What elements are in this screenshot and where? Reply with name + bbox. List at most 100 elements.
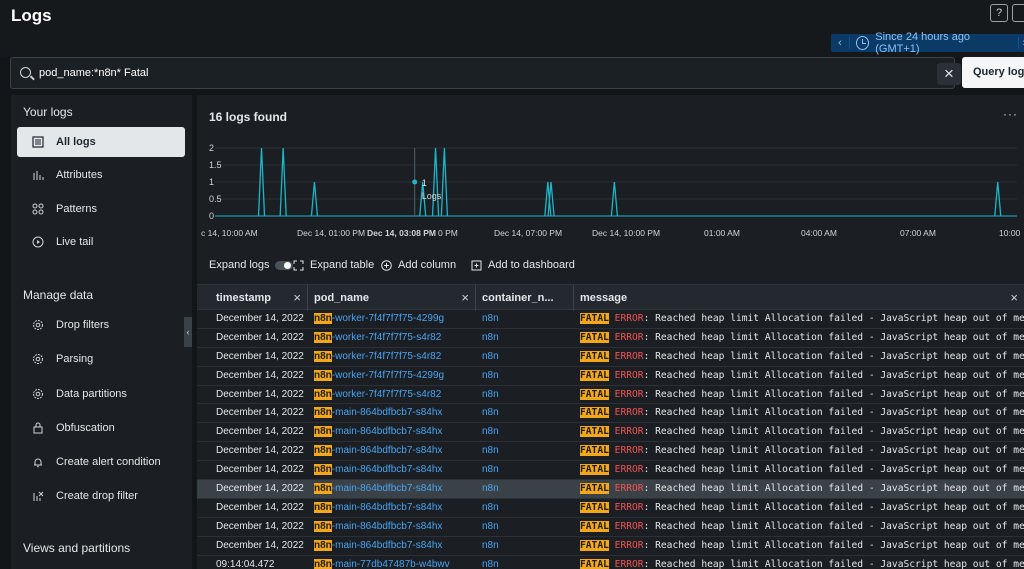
help-icon[interactable]: ? bbox=[990, 4, 1008, 22]
message-cell: FATAL ERROR: Reached heap limit Allocati… bbox=[580, 404, 1024, 422]
time-range-label: Since 24 hours ago (GMT+1) bbox=[875, 31, 971, 55]
table-row[interactable]: December 14, 2022 ... n8n-main-864bdfbcb7… bbox=[197, 537, 1024, 556]
log-histogram-chart[interactable]: 0 0.5 1 1.5 2 1 Logs c 14, 10:00 AM Dec 14, 01:0… bbox=[197, 140, 1024, 245]
column-header-timestamp[interactable]: timestamp × bbox=[197, 285, 308, 311]
container-name-cell[interactable]: n8n bbox=[482, 442, 572, 460]
pod-name-cell[interactable]: n8n-main-864bdfbcb7-s84hx bbox=[314, 499, 474, 517]
pod-name-cell[interactable]: n8n-main-864bdfbcb7-s84hx bbox=[314, 518, 474, 536]
table-row[interactable]: December 14, 2022 ... n8n-worker-7f4f7f7f… bbox=[197, 310, 1024, 329]
pod-name-cell[interactable]: n8n-worker-7f4f7f7f75-s4r82 bbox=[314, 348, 474, 366]
message-cell: FATAL ERROR: Reached heap limit Allocati… bbox=[580, 348, 1024, 366]
clear-search-button[interactable]: × bbox=[937, 63, 961, 85]
close-icon[interactable]: × bbox=[293, 285, 301, 311]
pod-name-cell[interactable]: n8n-main-864bdfbcb7-s84hx bbox=[314, 404, 474, 422]
container-name-cell[interactable]: n8n bbox=[482, 386, 572, 404]
sidebar-item-live-tail[interactable]: Live tail bbox=[17, 227, 185, 257]
column-header-message[interactable]: message × bbox=[574, 285, 1024, 311]
message-text: : Reached heap limit Allocation failed -… bbox=[643, 539, 1024, 551]
pod-name-rest: -worker-7f4f7f7f75-4299g bbox=[331, 369, 445, 381]
timestamp-cell: December 14, 2022 ... bbox=[216, 331, 307, 343]
add-column-button[interactable]: Add column bbox=[381, 259, 456, 271]
expand-table-button[interactable]: Expand table bbox=[293, 259, 374, 271]
table-row[interactable]: December 14, 2022 ... n8n-worker-7f4f7f7f… bbox=[197, 329, 1024, 348]
table-row[interactable]: December 14, 2022 ... n8n-worker-7f4f7f7f… bbox=[197, 386, 1024, 405]
container-name-cell[interactable]: n8n bbox=[482, 367, 572, 385]
timestamp-cell: December 14, 2022 ... bbox=[216, 407, 307, 419]
column-header-container-name[interactable]: container_n... bbox=[476, 285, 574, 311]
play-icon bbox=[31, 235, 45, 249]
table-row[interactable]: December 14, 2022 ... n8n-main-864bdfbcb7… bbox=[197, 404, 1024, 424]
more-options-icon[interactable]: ··· bbox=[1003, 107, 1018, 121]
sidebar-item-patterns[interactable]: Patterns bbox=[17, 194, 185, 224]
pod-name-cell[interactable]: n8n-worker-7f4f7f7f75-s4r82 bbox=[314, 386, 474, 404]
sidebar-item-obfuscation[interactable]: Obfuscation bbox=[17, 413, 185, 443]
table-row[interactable]: December 14, 2022 ... n8n-worker-7f4f7f7f… bbox=[197, 348, 1024, 367]
sidebar-item-all-logs[interactable]: All logs bbox=[17, 127, 185, 157]
message-text: : Reached heap limit Allocation failed -… bbox=[643, 350, 1024, 362]
toggle-switch[interactable] bbox=[274, 260, 293, 270]
time-range-picker[interactable]: ‹ Since 24 hours ago (GMT+1) › bbox=[831, 31, 1024, 55]
pod-name-cell[interactable]: n8n-main-864bdfbcb7-s84hx bbox=[314, 423, 474, 441]
table-toolbar: Expand logs Expand table Add column Add … bbox=[197, 255, 1024, 277]
table-row[interactable]: December 14, 2022 ... n8n-main-864bdfbcb7… bbox=[197, 518, 1024, 537]
sidebar-item-label: Drop filters bbox=[56, 319, 110, 331]
timestamp-cell: December 14, 2022 ... bbox=[216, 426, 307, 438]
bell-icon bbox=[31, 455, 45, 469]
container-name-cell[interactable]: n8n bbox=[482, 404, 572, 422]
query-logs-button[interactable]: Query logs bbox=[962, 57, 1024, 88]
plus-circle-icon bbox=[381, 259, 392, 271]
pod-name-cell[interactable]: n8n-worker-7f4f7f7f75-4299g bbox=[314, 367, 474, 385]
table-row[interactable]: December 14, 2022 ... n8n-main-864bdfbcb7… bbox=[197, 480, 1024, 499]
table-row[interactable]: December 14, 2022 ... n8n-main-864bdfbcb7… bbox=[197, 423, 1024, 443]
pod-name-cell[interactable]: n8n-worker-7f4f7f7f75-s4r82 bbox=[314, 329, 474, 347]
fatal-match-highlight: FATAL bbox=[580, 313, 609, 324]
sidebar-item-label: Attributes bbox=[56, 169, 103, 181]
table-row[interactable]: 09:14:04.472 n8n-main-77db47487b-w4bwv n8n… bbox=[197, 556, 1024, 569]
container-name-cell[interactable]: n8n bbox=[482, 348, 572, 366]
pod-name-rest: -worker-7f4f7f7f75-s4r82 bbox=[331, 388, 442, 400]
container-name-cell[interactable]: n8n bbox=[482, 480, 572, 498]
pod-name-cell[interactable]: n8n-main-864bdfbcb7-s84hx bbox=[314, 480, 474, 498]
container-name-cell[interactable]: n8n bbox=[482, 329, 572, 347]
table-row[interactable]: December 14, 2022 ... n8n-main-864bdfbcb7… bbox=[197, 461, 1024, 481]
sidebar-item-create-drop-filter[interactable]: Create drop filter bbox=[17, 481, 185, 511]
pod-name-cell[interactable]: n8n-main-864bdfbcb7-s84hx bbox=[314, 442, 474, 460]
pod-name-cell[interactable]: n8n-main-864bdfbcb7-s84hx bbox=[314, 537, 474, 555]
share-link-icon[interactable] bbox=[1012, 4, 1024, 22]
sidebar-item-label: Parsing bbox=[56, 353, 94, 365]
column-header-pod-name[interactable]: pod_name × bbox=[308, 285, 476, 311]
container-name-cell[interactable]: n8n bbox=[482, 537, 572, 555]
pod-name-cell[interactable]: n8n-worker-7f4f7f7f75-4299g bbox=[314, 310, 474, 328]
sidebar-item-data-partitions[interactable]: Data partitions bbox=[17, 379, 185, 409]
add-to-dashboard-button[interactable]: Add to dashboard bbox=[471, 259, 575, 271]
collapse-sidebar-button[interactable]: ‹ bbox=[184, 317, 192, 347]
message-cell: FATAL ERROR: Reached heap limit Allocati… bbox=[580, 556, 1024, 569]
table-row[interactable]: December 14, 2022 ... n8n-main-864bdfbcb7… bbox=[197, 442, 1024, 462]
chevron-right-icon[interactable]: › bbox=[1017, 37, 1024, 49]
container-name-cell[interactable]: n8n bbox=[482, 499, 572, 517]
container-name-cell[interactable]: n8n bbox=[482, 310, 572, 328]
expand-table-label: Expand table bbox=[310, 259, 375, 271]
expand-logs-toggle[interactable]: Expand logs bbox=[209, 259, 293, 271]
fatal-match-highlight: FATAL bbox=[580, 464, 609, 476]
dashboard-add-icon bbox=[471, 260, 482, 271]
sidebar-item-create-alert-condition[interactable]: Create alert condition bbox=[17, 447, 185, 477]
chevron-left-icon[interactable]: ‹ bbox=[831, 37, 850, 49]
pod-name-cell[interactable]: n8n-main-864bdfbcb7-s84hx bbox=[314, 461, 474, 479]
pod-name-rest: -worker-7f4f7f7f75-4299g bbox=[331, 313, 445, 324]
container-name-cell[interactable]: n8n bbox=[482, 518, 572, 536]
close-icon[interactable]: × bbox=[461, 285, 469, 311]
sidebar-item-parsing[interactable]: Parsing bbox=[17, 344, 185, 374]
sidebar-item-drop-filters[interactable]: Drop filters bbox=[17, 310, 185, 340]
sidebar-item-label: All logs bbox=[56, 136, 96, 148]
search-input[interactable]: pod_name:*n8n* Fatal bbox=[39, 67, 148, 79]
container-name-cell[interactable]: n8n bbox=[482, 423, 572, 441]
close-icon[interactable]: × bbox=[1010, 285, 1018, 311]
container-name-cell[interactable]: n8n bbox=[482, 461, 572, 479]
table-row[interactable]: December 14, 2022 ... n8n-worker-7f4f7f7f… bbox=[197, 367, 1024, 386]
pod-name-cell[interactable]: n8n-main-77db47487b-w4bwv bbox=[314, 556, 474, 569]
table-row[interactable]: December 14, 2022 ... n8n-main-864bdfbcb7… bbox=[197, 499, 1024, 518]
container-name-cell[interactable]: n8n bbox=[482, 556, 572, 569]
search-bar[interactable]: pod_name:*n8n* Fatal × bbox=[10, 57, 961, 89]
sidebar-item-attributes[interactable]: Attributes bbox=[17, 160, 185, 190]
